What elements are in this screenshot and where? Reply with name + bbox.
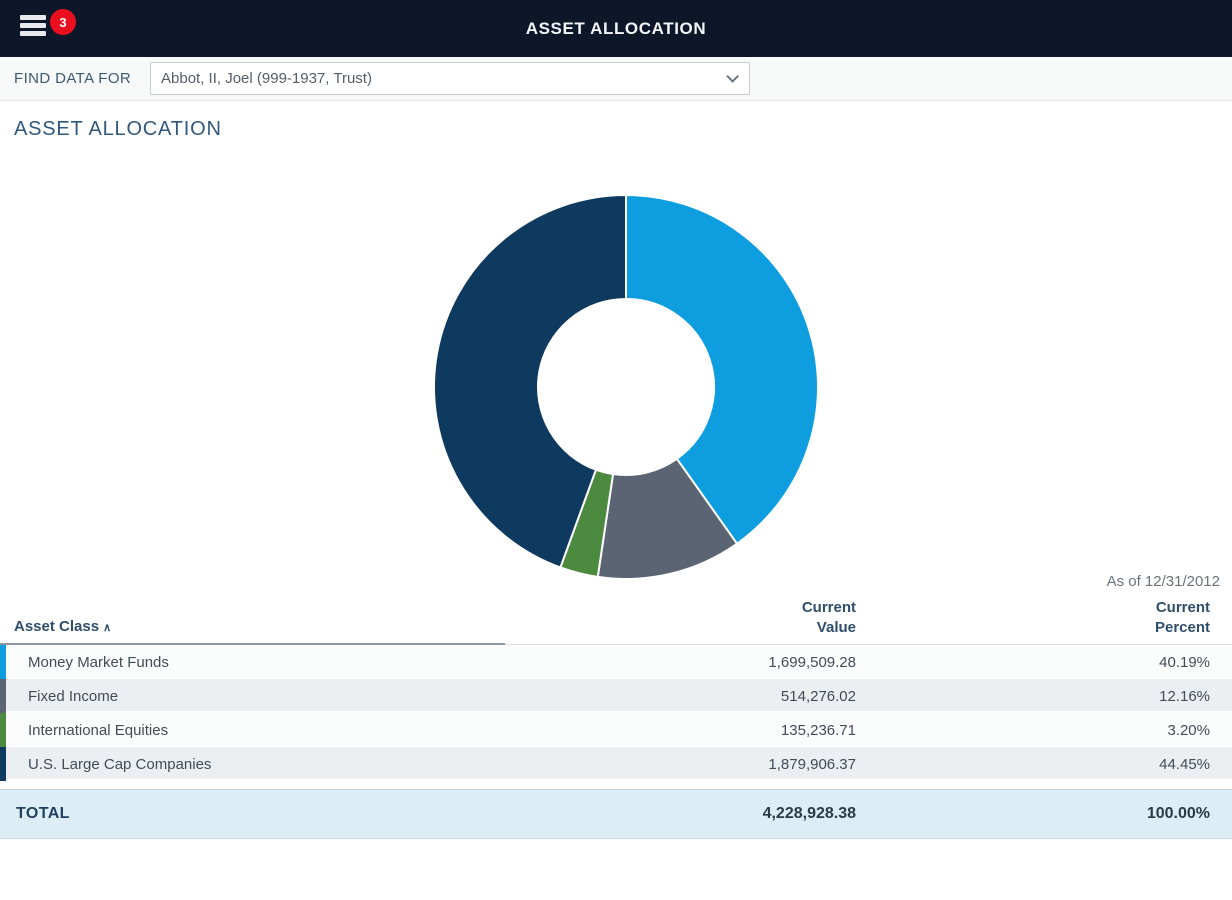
asset-class-name: U.S. Large Cap Companies bbox=[6, 756, 620, 773]
current-percent: 12.16% bbox=[856, 688, 1232, 705]
total-label: TOTAL bbox=[0, 805, 620, 823]
total-current-value: 4,228,928.38 bbox=[620, 805, 856, 823]
hamburger-menu-icon[interactable]: 3 bbox=[20, 15, 50, 43]
table-header-row: Asset Class ∧ Current Value Current Perce… bbox=[0, 598, 1232, 645]
hamburger-bar bbox=[20, 15, 46, 20]
current-percent: 3.20% bbox=[856, 722, 1232, 739]
current-value: 1,699,509.28 bbox=[620, 654, 856, 671]
account-select[interactable]: Abbot, II, Joel (999-1937, Trust) bbox=[150, 62, 750, 95]
app-header: 3 ASSET ALLOCATION bbox=[0, 0, 1232, 57]
current-value: 135,236.71 bbox=[620, 722, 856, 739]
asset-class-name: Money Market Funds bbox=[6, 654, 620, 671]
current-value: 1,879,906.37 bbox=[620, 756, 856, 773]
column-header-asset-class[interactable]: Asset Class ∧ bbox=[0, 617, 620, 638]
current-percent: 44.45% bbox=[856, 756, 1232, 773]
sort-ascending-icon: ∧ bbox=[103, 622, 111, 634]
total-current-percent: 100.00% bbox=[856, 805, 1232, 823]
column-header-current-percent[interactable]: Current Percent bbox=[856, 598, 1232, 638]
column-header-current-value[interactable]: Current Value bbox=[620, 598, 856, 638]
hamburger-bar bbox=[20, 23, 46, 28]
find-data-label: FIND DATA FOR bbox=[14, 70, 131, 87]
asset-class-table-body: Money Market Funds1,699,509.2840.19%Fixe… bbox=[0, 645, 1232, 781]
table-row: Fixed Income514,276.0212.16% bbox=[0, 679, 1232, 713]
account-select-value: Abbot, II, Joel (999-1937, Trust) bbox=[161, 70, 372, 87]
current-value: 514,276.02 bbox=[620, 688, 856, 705]
app-title: ASSET ALLOCATION bbox=[526, 19, 707, 39]
chevron-down-icon bbox=[726, 70, 739, 83]
asset-class-name: International Equities bbox=[6, 722, 620, 739]
asset-allocation-donut-chart[interactable] bbox=[430, 191, 822, 583]
donut-chart-svg[interactable] bbox=[430, 191, 822, 583]
asset-class-name: Fixed Income bbox=[6, 688, 620, 705]
total-row: TOTAL 4,228,928.38 100.00% bbox=[0, 789, 1232, 839]
page-title: ASSET ALLOCATION bbox=[14, 118, 1232, 141]
notification-badge: 3 bbox=[50, 9, 76, 35]
table-row: U.S. Large Cap Companies1,879,906.3744.4… bbox=[0, 747, 1232, 781]
table-row: Money Market Funds1,699,509.2840.19% bbox=[0, 645, 1232, 679]
current-percent: 40.19% bbox=[856, 654, 1232, 671]
table-row: International Equities135,236.713.20% bbox=[0, 713, 1232, 747]
hamburger-bar bbox=[20, 31, 46, 36]
asset-class-header-label: Asset Class bbox=[14, 618, 99, 635]
